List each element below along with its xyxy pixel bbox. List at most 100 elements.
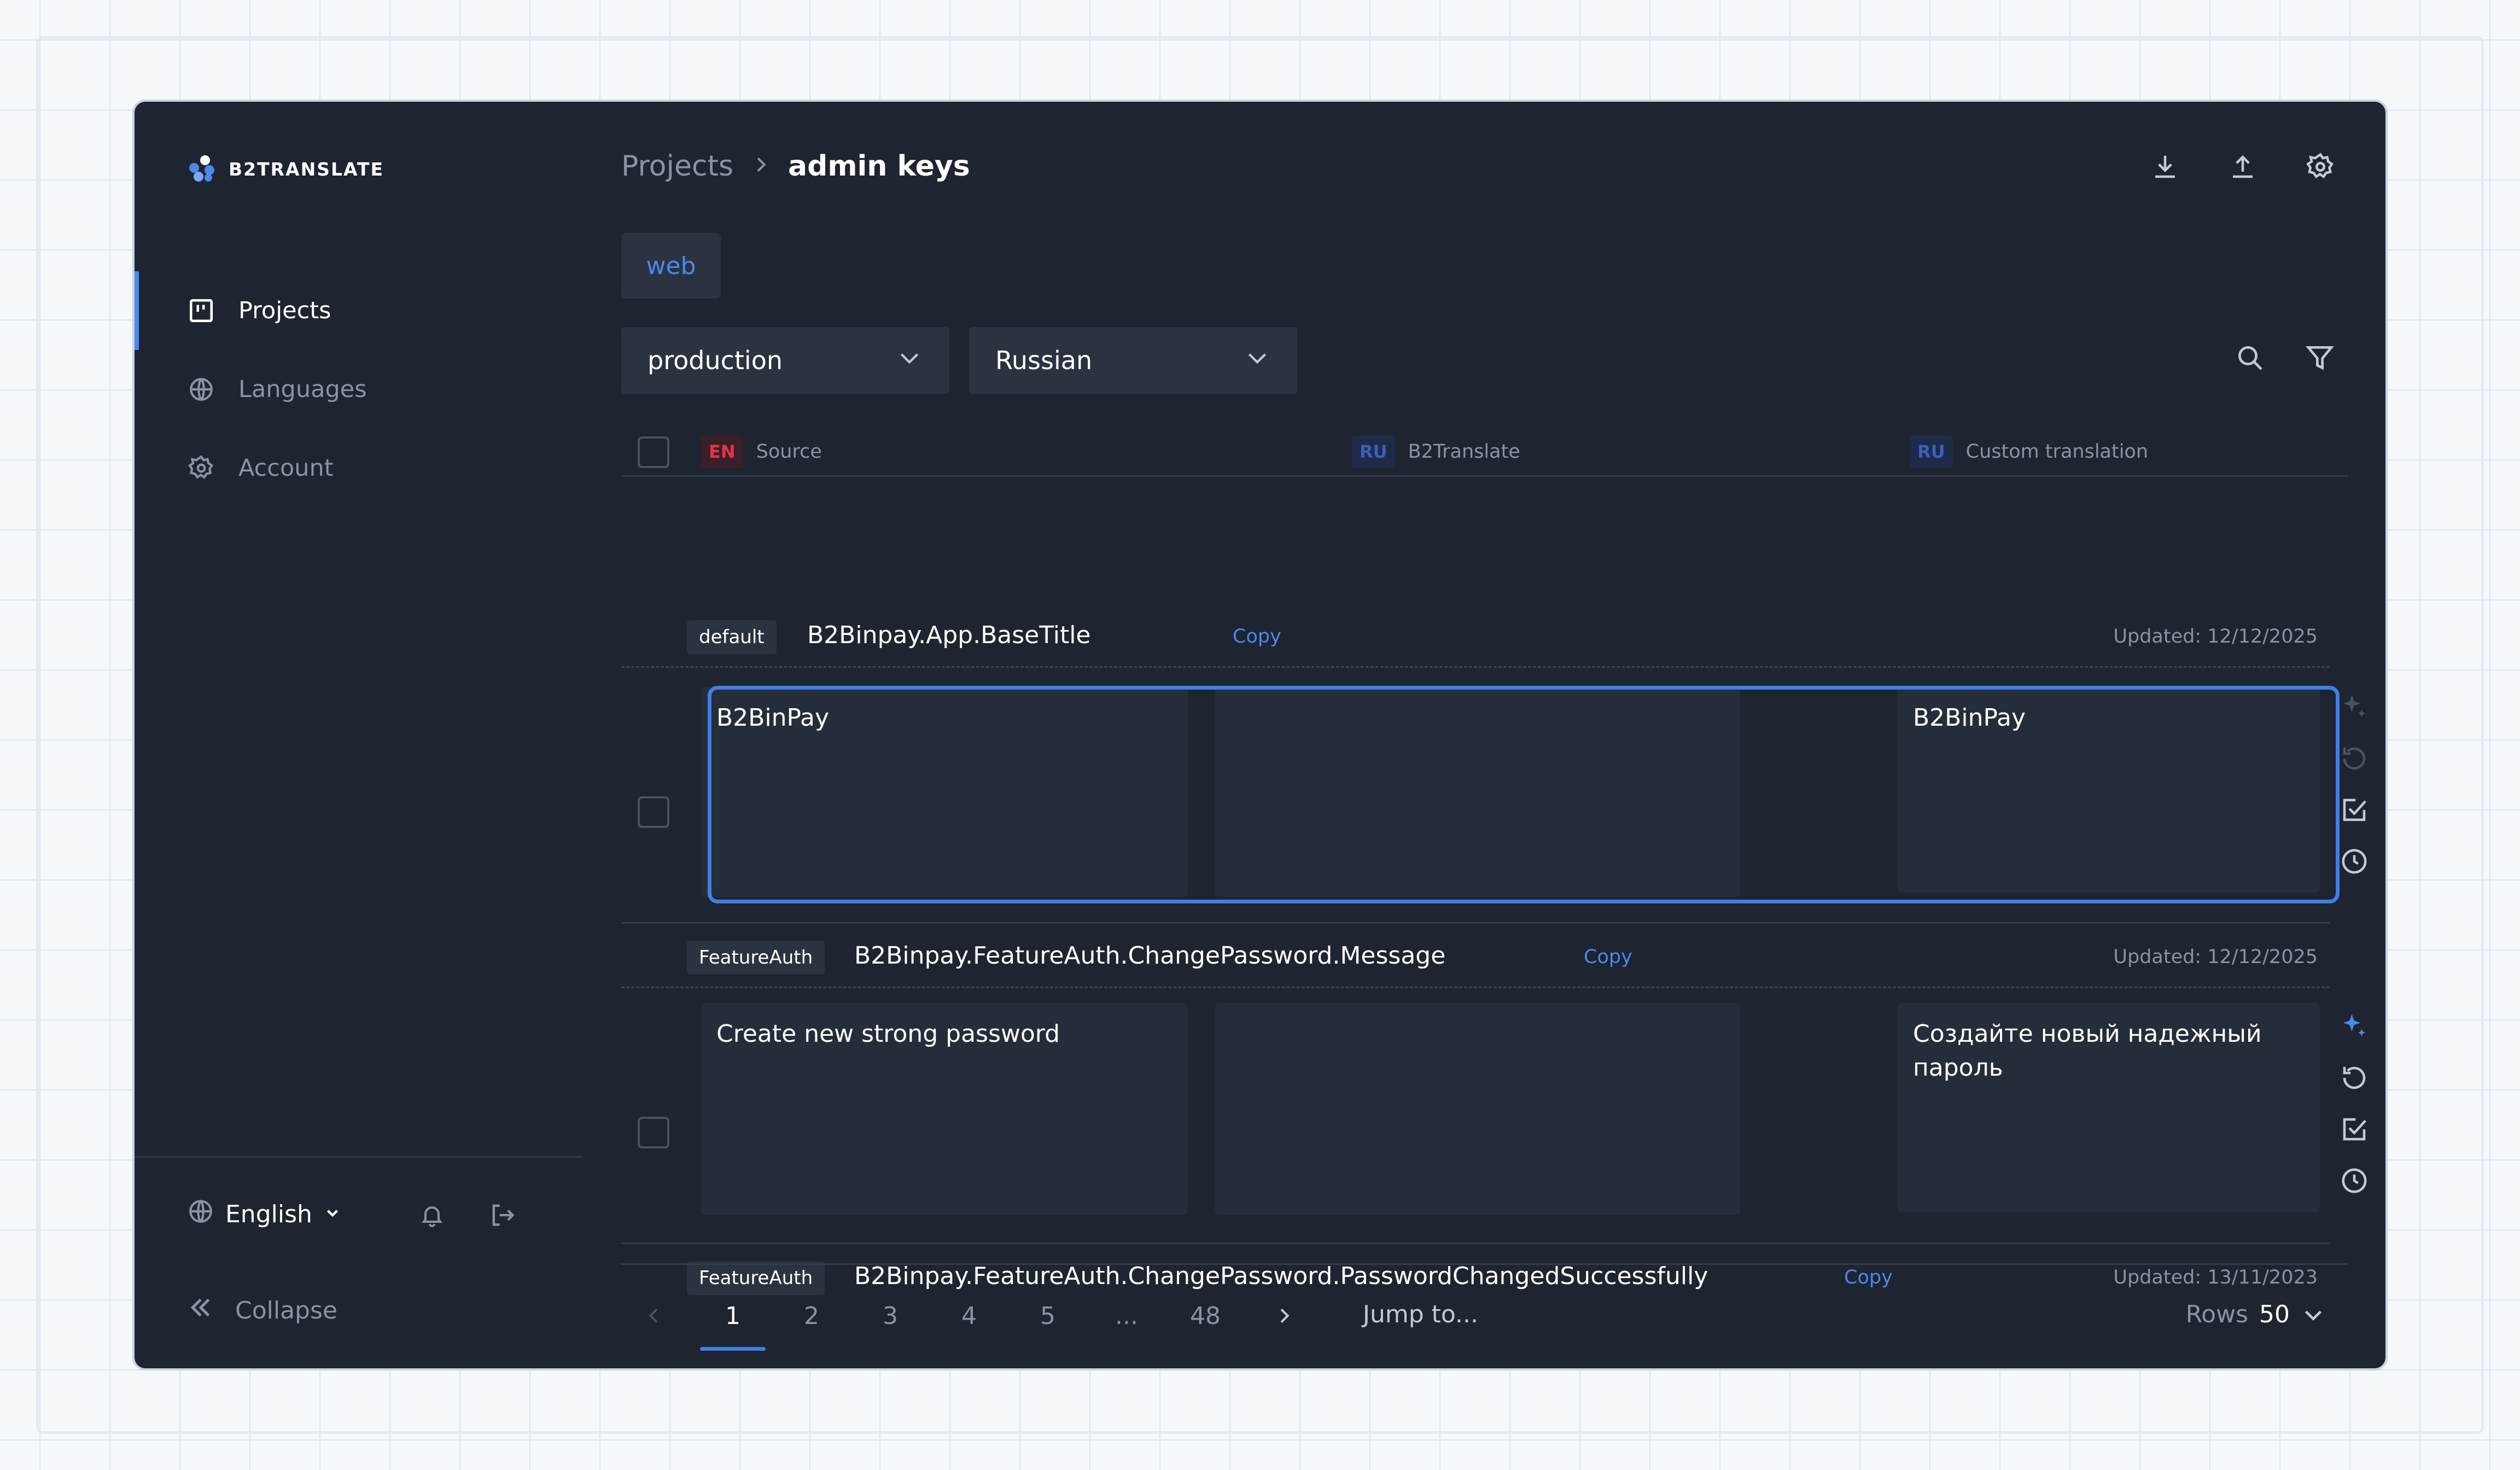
globe-icon	[187, 1198, 214, 1231]
custom-translation-input[interactable]: Создайте новый надежный пароль	[1898, 1003, 2320, 1212]
copy-key-button[interactable]: Copy	[1233, 626, 1281, 648]
page-48-button[interactable]: 48	[1172, 1283, 1238, 1349]
chevron-down-icon	[2305, 1310, 2322, 1321]
language-badge: EN	[701, 435, 743, 468]
sidebar-item-languages[interactable]: Languages	[135, 350, 583, 429]
language-badge: RU	[1352, 435, 1395, 468]
undo-icon[interactable]	[2340, 1063, 2369, 1095]
row-checkbox[interactable]	[638, 796, 669, 828]
b2translate-cell[interactable]	[1215, 1003, 1740, 1215]
page-1-button[interactable]: 1	[700, 1283, 766, 1351]
sidebar-divider	[135, 1156, 583, 1158]
page-title: admin keys	[788, 150, 970, 183]
chevron-down-icon	[323, 1200, 342, 1228]
rows-value: 50	[2259, 1300, 2290, 1328]
select-all-checkbox[interactable]	[638, 436, 669, 468]
next-page-button[interactable]	[1251, 1283, 1317, 1349]
updated-date: Updated: 12/12/2025	[2113, 946, 2318, 968]
language-label: English	[225, 1200, 312, 1228]
page-3-button[interactable]: 3	[858, 1283, 923, 1349]
sidebar-item-account[interactable]: Account	[135, 429, 583, 508]
row-actions	[2340, 1012, 2369, 1198]
history-clock-icon[interactable]	[2340, 1166, 2369, 1198]
copy-key-button[interactable]: Copy	[1584, 946, 1632, 968]
chevron-down-icon	[896, 344, 923, 377]
row-divider	[621, 666, 2330, 668]
board-icon	[187, 296, 215, 325]
sidebar-item-label: Account	[238, 454, 334, 482]
chevron-left-icon	[649, 1308, 658, 1323]
globe-icon	[187, 375, 215, 404]
column-custom: RU Custom translation	[1910, 435, 2148, 468]
language-select[interactable]: Russian	[969, 327, 1297, 394]
entry-separator	[621, 1242, 2330, 1244]
row-actions	[2340, 692, 2369, 878]
brand[interactable]: B2TRANSLATE	[187, 154, 384, 184]
pagination-divider	[621, 1263, 2348, 1265]
chevron-down-icon	[1244, 344, 1271, 377]
source-text-cell[interactable]: Create new strong password	[701, 1003, 1188, 1215]
chevron-right-icon	[750, 150, 772, 183]
main-content: Projects admin keys web production Russi…	[621, 102, 2385, 1368]
language-switcher[interactable]: English	[187, 1198, 342, 1231]
tab-web[interactable]: web	[621, 233, 721, 299]
download-icon[interactable]	[2150, 152, 2180, 184]
language-value: Russian	[995, 346, 1093, 375]
column-label: Custom translation	[1965, 441, 2149, 463]
brand-name: B2TRANSLATE	[229, 158, 384, 180]
sidebar-nav: Projects Languages Account	[135, 271, 583, 508]
undo-icon[interactable]	[2340, 744, 2369, 775]
search-icon[interactable]	[2235, 342, 2265, 375]
sparkle-icon[interactable]	[2340, 1012, 2369, 1043]
approve-checkbox-icon[interactable]	[2340, 1115, 2369, 1146]
table-header: EN Source RU B2Translate RU Custom trans…	[621, 430, 2348, 477]
history-clock-icon[interactable]	[2340, 847, 2369, 878]
header-actions	[2150, 152, 2335, 184]
double-chevron-left-icon	[187, 1294, 214, 1327]
page-ellipsis: ...	[1115, 1302, 1138, 1330]
sidebar-item-label: Languages	[238, 376, 367, 403]
jump-to-input[interactable]: Jump to...	[1363, 1300, 1478, 1328]
source-text-cell[interactable]: B2BinPay	[701, 687, 1188, 897]
entry-separator	[621, 922, 2330, 924]
app-window: B2TRANSLATE Projects Languages Account E…	[132, 100, 2388, 1370]
translation-key: B2Binpay.FeatureAuth.ChangePassword.Mess…	[854, 942, 1446, 970]
entry-header: default B2Binpay.App.BaseTitle Copy Upda…	[621, 604, 2330, 669]
table-tools	[2235, 342, 2335, 375]
upload-icon[interactable]	[2228, 152, 2258, 184]
environment-value: production	[648, 346, 783, 375]
breadcrumb: Projects admin keys	[621, 150, 970, 183]
rows-per-page-select[interactable]: Rows 50	[2186, 1300, 2326, 1328]
settings-gear-icon[interactable]	[2306, 152, 2335, 184]
custom-translation-input[interactable]: B2BinPay	[1898, 687, 2320, 892]
column-b2translate: RU B2Translate	[1352, 435, 1520, 468]
language-badge: RU	[1910, 435, 1953, 468]
updated-date: Updated: 12/12/2025	[2113, 626, 2318, 648]
filter-icon[interactable]	[2305, 342, 2335, 375]
column-source: EN Source	[701, 435, 822, 468]
sidebar-item-label: Projects	[238, 297, 331, 324]
breadcrumb-projects-link[interactable]: Projects	[621, 150, 733, 183]
pagination: 1 2 3 4 5 ... 48 Jump to... Rows 50	[621, 1283, 2348, 1351]
rows-label: Rows	[2185, 1300, 2248, 1328]
sidebar: B2TRANSLATE Projects Languages Account E…	[135, 102, 583, 1368]
prev-page-button[interactable]	[621, 1283, 687, 1349]
b2translate-cell[interactable]	[1215, 687, 1740, 897]
row-divider	[621, 987, 2330, 988]
sidebar-item-projects[interactable]: Projects	[135, 271, 583, 350]
column-label: Source	[756, 441, 822, 463]
bell-icon[interactable]	[419, 1202, 445, 1230]
entry-header: FeatureAuth B2Binpay.FeatureAuth.ChangeP…	[621, 924, 2330, 990]
collapse-button[interactable]: Collapse	[187, 1294, 337, 1327]
page-2-button[interactable]: 2	[779, 1283, 844, 1349]
approve-checkbox-icon[interactable]	[2340, 795, 2369, 827]
column-label: B2Translate	[1408, 441, 1520, 463]
row-checkbox[interactable]	[638, 1117, 669, 1148]
environment-select[interactable]: production	[621, 327, 949, 394]
namespace-tag: FeatureAuth	[687, 941, 825, 975]
logout-icon[interactable]	[488, 1201, 516, 1232]
sparkle-icon[interactable]	[2340, 692, 2369, 724]
page-5-button[interactable]: 5	[1015, 1283, 1081, 1349]
chevron-right-icon	[1280, 1308, 1290, 1323]
page-4-button[interactable]: 4	[936, 1283, 1002, 1349]
